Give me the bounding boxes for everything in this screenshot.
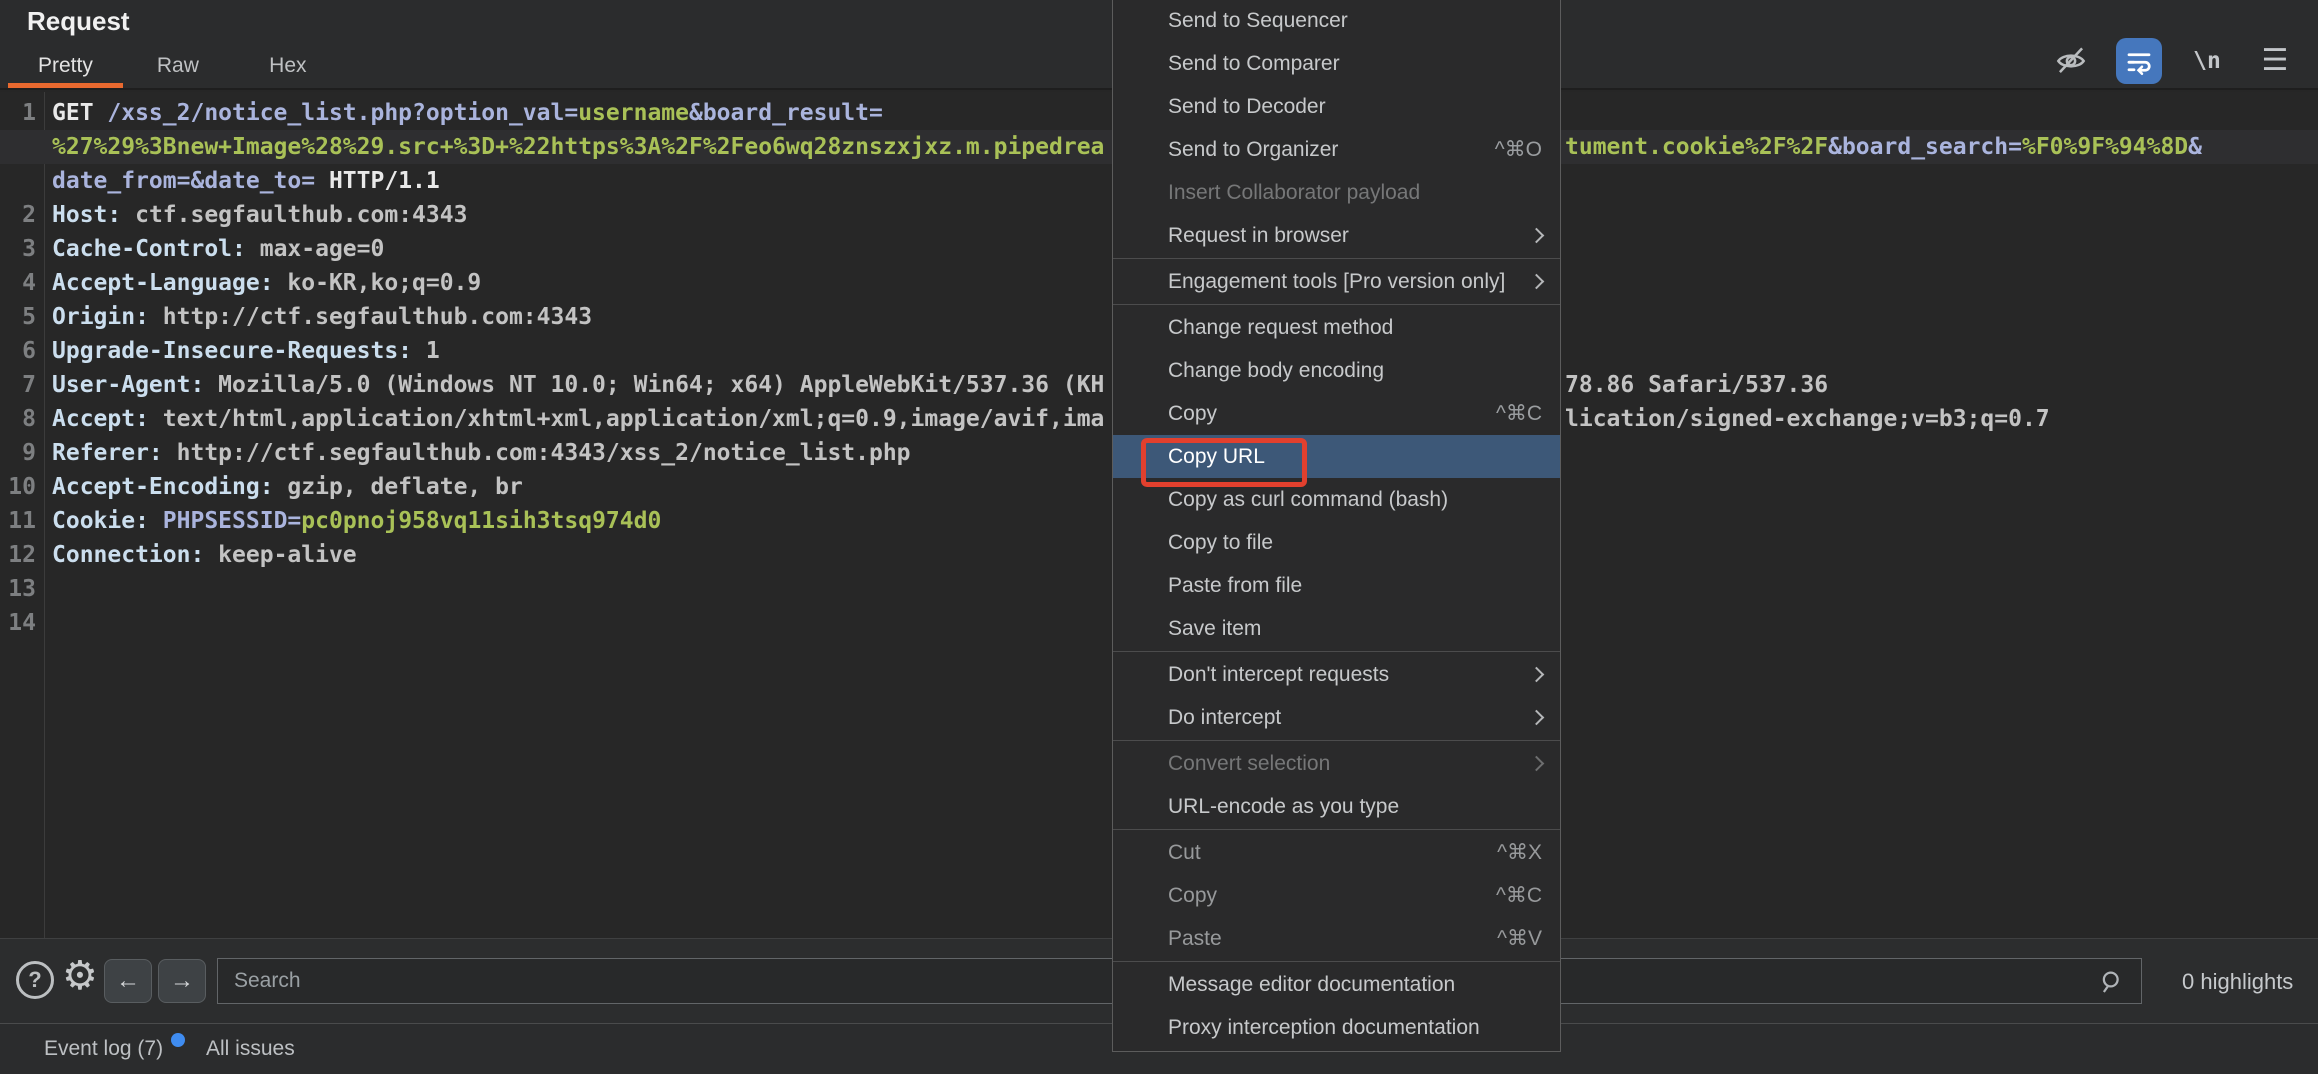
menu-separator	[1113, 304, 1560, 305]
line-number: 7	[22, 372, 36, 398]
hide-highlights-eye-slash-icon[interactable]	[2048, 38, 2094, 84]
menu-item-change-request-method[interactable]: Change request method	[1113, 306, 1560, 349]
menu-item-message-editor-documentation[interactable]: Message editor documentation	[1113, 963, 1560, 1006]
tab-hex[interactable]: Hex	[233, 46, 343, 86]
submenu-chevron-icon	[1528, 755, 1545, 772]
menu-shortcut: ^⌘O	[1494, 138, 1542, 161]
menu-item-proxy-interception-documentation[interactable]: Proxy interception documentation	[1113, 1006, 1560, 1049]
tab-pretty[interactable]: Pretty	[8, 46, 123, 88]
menu-item-cut[interactable]: Cut ^⌘X	[1113, 831, 1560, 874]
page-title: Request	[27, 6, 130, 36]
burp-request-panel: Request Pretty Raw Hex \n ☰ 1 GET /xss_2…	[0, 0, 2318, 1074]
menu-item-url-encode-as-you-type[interactable]: URL-encode as you type	[1113, 785, 1560, 828]
menu-item-send-to-comparer[interactable]: Send to Comparer	[1113, 42, 1560, 85]
search-prev-button[interactable]: ←	[104, 959, 152, 1003]
line-number: 14	[8, 610, 36, 636]
event-log-button[interactable]: Event log (7)	[44, 1033, 186, 1061]
menu-item-insert-collaborator-payload: Insert Collaborator payload	[1168, 180, 1421, 204]
menu-item-convert-selection: Convert selection	[1113, 742, 1560, 785]
menu-separator	[1113, 258, 1560, 259]
menu-separator	[1113, 829, 1560, 830]
event-log-notification-dot	[171, 1033, 186, 1047]
search-next-button[interactable]: →	[158, 959, 206, 1003]
submenu-chevron-icon	[1528, 709, 1545, 726]
menu-separator	[1113, 651, 1560, 652]
menu-item-change-body-encoding[interactable]: Change body encoding	[1113, 349, 1560, 392]
menu-item-copy[interactable]: Copy ^⌘C	[1113, 392, 1560, 435]
show-newlines-icon[interactable]: \n	[2184, 38, 2230, 84]
menu-item-request-in-browser[interactable]: Request in browser	[1113, 214, 1560, 257]
code-line-fragment: 78.86 Safari/537.36	[1565, 372, 1829, 398]
menu-item-do-intercept[interactable]: Do intercept	[1113, 696, 1560, 739]
menu-shortcut: ^⌘X	[1497, 841, 1542, 864]
submenu-chevron-icon	[1528, 227, 1545, 244]
menu-item-save-item[interactable]: Save item	[1113, 607, 1560, 650]
line-number: 6	[22, 338, 36, 364]
settings-gear-icon[interactable]: ⚙	[62, 953, 98, 999]
line-number: 4	[22, 270, 36, 296]
menu-item-copy[interactable]: Copy ^⌘C	[1113, 874, 1560, 917]
view-tabs: Pretty Raw Hex	[8, 46, 343, 88]
line-number: 9	[22, 440, 36, 466]
line-number: 1	[22, 100, 36, 126]
help-icon[interactable]: ?	[16, 961, 54, 999]
line-number: 12	[8, 542, 36, 568]
line-number: 3	[22, 236, 36, 262]
line-number: 10	[8, 474, 36, 500]
menu-item-paste[interactable]: Paste ^⌘V	[1113, 917, 1560, 960]
line-number: 8	[22, 406, 36, 432]
code-line-fragment: tument.cookie%2F%2F&board_search=%F0%9F%…	[1565, 134, 2203, 160]
menu-item-paste-from-file[interactable]: Paste from file	[1113, 564, 1560, 607]
menu-item-send-to-decoder[interactable]: Send to Decoder	[1113, 85, 1560, 128]
menu-shortcut: ^⌘C	[1495, 884, 1542, 907]
menu-item-engagement-tools-pro-version-only[interactable]: Engagement tools [Pro version only]	[1113, 260, 1560, 303]
menu-separator	[1113, 961, 1560, 962]
line-number: 2	[22, 202, 36, 228]
all-issues-button[interactable]: All issues	[206, 1037, 295, 1061]
editor-header-icons: \n ☰	[2048, 38, 2298, 84]
tab-raw[interactable]: Raw	[123, 46, 233, 86]
context-menu: Send to Sequencer Send to Comparer Send to…	[1112, 0, 1561, 1052]
menu-separator	[1113, 740, 1560, 741]
menu-item-don-t-intercept-requests[interactable]: Don't intercept requests	[1113, 653, 1560, 696]
submenu-chevron-icon	[1528, 666, 1545, 683]
menu-item-send-to-organizer[interactable]: Send to Organizer ^⌘O	[1113, 128, 1560, 171]
word-wrap-toggle-icon[interactable]	[2116, 38, 2162, 84]
line-number: 13	[8, 576, 36, 602]
menu-item-copy-to-file[interactable]: Copy to file	[1113, 521, 1560, 564]
menu-shortcut: ^⌘V	[1497, 927, 1542, 950]
menu-item-send-to-sequencer[interactable]: Send to Sequencer	[1113, 0, 1560, 42]
code-line-fragment: lication/signed-exchange;v=b3;q=0.7	[1565, 406, 2050, 432]
line-number: 11	[8, 508, 36, 534]
line-number: 5	[22, 304, 36, 330]
submenu-chevron-icon	[1528, 273, 1545, 290]
highlights-count: 0 highlights	[2182, 969, 2294, 994]
editor-menu-hamburger-icon[interactable]: ☰	[2252, 38, 2298, 84]
search-magnifier-icon[interactable]	[2097, 967, 2127, 997]
copy-url-annotation-box	[1141, 438, 1307, 487]
menu-shortcut: ^⌘C	[1495, 402, 1542, 425]
